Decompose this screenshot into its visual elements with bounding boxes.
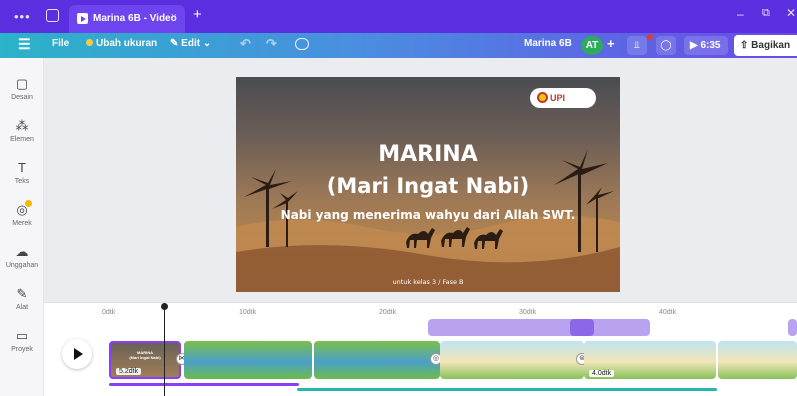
editor-toolbar: ☰ File Ubah ukuran ✎ Edit ⌄ ↶ ↷ Marina 6…: [0, 33, 797, 58]
sidebar-item-merek[interactable]: ◎ Merek: [0, 200, 44, 227]
sidebar-item-label: Alat: [15, 304, 29, 311]
playhead[interactable]: [161, 303, 168, 396]
close-tab-icon[interactable]: ×: [171, 11, 177, 23]
new-tab-button[interactable]: +: [193, 6, 202, 23]
slide-tagline: Nabi yang menerima wahyu dari Allah SWT.: [280, 208, 576, 222]
sidebar-item-label: Proyek: [11, 346, 33, 353]
minimize-button[interactable]: –: [737, 7, 744, 21]
clip-title: MARINA (Mari Ingat Nabi): [129, 350, 161, 360]
home-icon[interactable]: [46, 9, 59, 22]
present-button[interactable]: ▶ 6:35: [684, 36, 728, 55]
sidebar-item-elemen[interactable]: ⁂ Elemen: [0, 118, 44, 143]
sidebar-item-alat[interactable]: ✎ Alat: [0, 286, 44, 311]
upload-icon: ☁: [15, 244, 29, 259]
canvas-area: UPI MARINA (Mari Ingat Nabi) Nabi yang m…: [44, 58, 797, 302]
undo-button[interactable]: ↶: [240, 36, 251, 52]
brand-icon: ◎: [16, 202, 28, 217]
tick-label: 40dtk: [659, 309, 677, 316]
add-collaborator-button[interactable]: +: [607, 36, 615, 51]
tick-label: 10dtk: [239, 309, 257, 316]
clip-scene[interactable]: [184, 341, 312, 379]
resize-button[interactable]: Ubah ukuran: [86, 38, 157, 49]
playhead-handle[interactable]: [161, 303, 168, 310]
sidebar: ▢ Desain ⁂ Elemen T Teks ◎ Merek ☁ Ungga…: [0, 58, 44, 396]
clip-scene[interactable]: 4.0dtk: [584, 341, 716, 379]
document-title[interactable]: Marina 6B: [524, 38, 572, 49]
share-icon: ⇧: [740, 40, 752, 51]
slide-title: MARINA: [378, 142, 478, 167]
slide-subtitle: (Mari Ingat Nabi): [326, 174, 530, 198]
edit-menu-button[interactable]: ✎ Edit ⌄: [170, 38, 211, 49]
tick-label: 20dtk: [379, 309, 397, 316]
redo-button[interactable]: ↷: [266, 36, 277, 52]
tab-title: Marina 6B - Video: [93, 13, 177, 24]
cloud-save-icon[interactable]: [295, 38, 309, 50]
upi-logo: UPI: [530, 88, 596, 108]
more-icon[interactable]: •••: [14, 9, 31, 24]
menu-icon[interactable]: ☰: [18, 36, 31, 53]
clip-duration: 4.0dtk: [589, 370, 615, 377]
design-icon: ▢: [15, 76, 29, 91]
slide-preview[interactable]: UPI MARINA (Mari Ingat Nabi) Nabi yang m…: [236, 77, 620, 292]
clip-duration: 5.2dtk: [116, 368, 142, 375]
share-button[interactable]: ⇧ Bagikan: [734, 35, 797, 56]
chart-icon[interactable]: ⫫: [627, 36, 647, 55]
timeline[interactable]: 0dtk 10dtk 20dtk 30dtk 40dtk MARINA (Mari…: [44, 302, 797, 396]
maximize-button[interactable]: ⧉: [762, 7, 770, 20]
pencil-icon: ✎: [170, 38, 182, 49]
sidebar-item-label: Elemen: [10, 136, 34, 143]
upi-logo-text: UPI: [550, 93, 566, 103]
sidebar-item-teks[interactable]: T Teks: [0, 160, 44, 185]
clip-scene[interactable]: [440, 341, 584, 379]
avatar[interactable]: AT: [581, 36, 603, 55]
elements-icon: ⁂: [15, 118, 29, 133]
share-label: Bagikan: [751, 40, 791, 51]
clip-intro[interactable]: MARINA (Mari Ingat Nabi) 5.2dtk: [109, 341, 181, 379]
tick-label: 30dtk: [519, 309, 537, 316]
resize-label: Ubah ukuran: [96, 38, 158, 49]
tab-marina-video[interactable]: Marina 6B - Video ×: [69, 5, 185, 33]
sidebar-item-proyek[interactable]: ▭ Proyek: [0, 328, 44, 353]
text-icon: T: [18, 160, 26, 175]
close-window-button[interactable]: ✕: [786, 6, 796, 20]
title-bar: ••• Marina 6B - Video × + – ⧉ ✕: [0, 0, 797, 33]
audio-track-selected[interactable]: [570, 319, 594, 336]
projects-icon: ▭: [15, 328, 29, 343]
clip-scene[interactable]: [718, 341, 797, 379]
edit-label: Edit: [181, 38, 201, 49]
video-icon: [77, 13, 88, 24]
file-menu-button[interactable]: File: [52, 38, 69, 49]
tools-icon: ✎: [16, 286, 28, 301]
audio-progress-bar: [297, 388, 717, 391]
notification-badge: [647, 34, 653, 40]
tick-label: 0dtk: [102, 309, 116, 316]
crown-icon: [86, 39, 93, 46]
sidebar-item-label: Teks: [14, 178, 30, 185]
sidebar-item-label: Merek: [12, 220, 32, 227]
clip-scene[interactable]: [314, 341, 440, 379]
slide-footer: untuk kelas 3 / Fase B: [392, 278, 464, 286]
comment-icon[interactable]: ◯: [656, 36, 676, 55]
play-button[interactable]: [62, 339, 92, 369]
sidebar-item-unggahan[interactable]: ☁ Unggahan: [0, 244, 44, 269]
sidebar-item-label: Desain: [11, 94, 33, 101]
selection-bar: [109, 383, 299, 386]
chevron-down-icon: ⌄: [200, 38, 212, 49]
play-time: 6:35: [700, 40, 721, 51]
upi-emblem-icon: [537, 92, 548, 103]
audio-track[interactable]: [428, 319, 650, 336]
sidebar-item-label: Unggahan: [5, 262, 39, 269]
sidebar-item-desain[interactable]: ▢ Desain: [0, 76, 44, 101]
audio-track[interactable]: [788, 319, 797, 336]
premium-badge: [25, 200, 32, 207]
